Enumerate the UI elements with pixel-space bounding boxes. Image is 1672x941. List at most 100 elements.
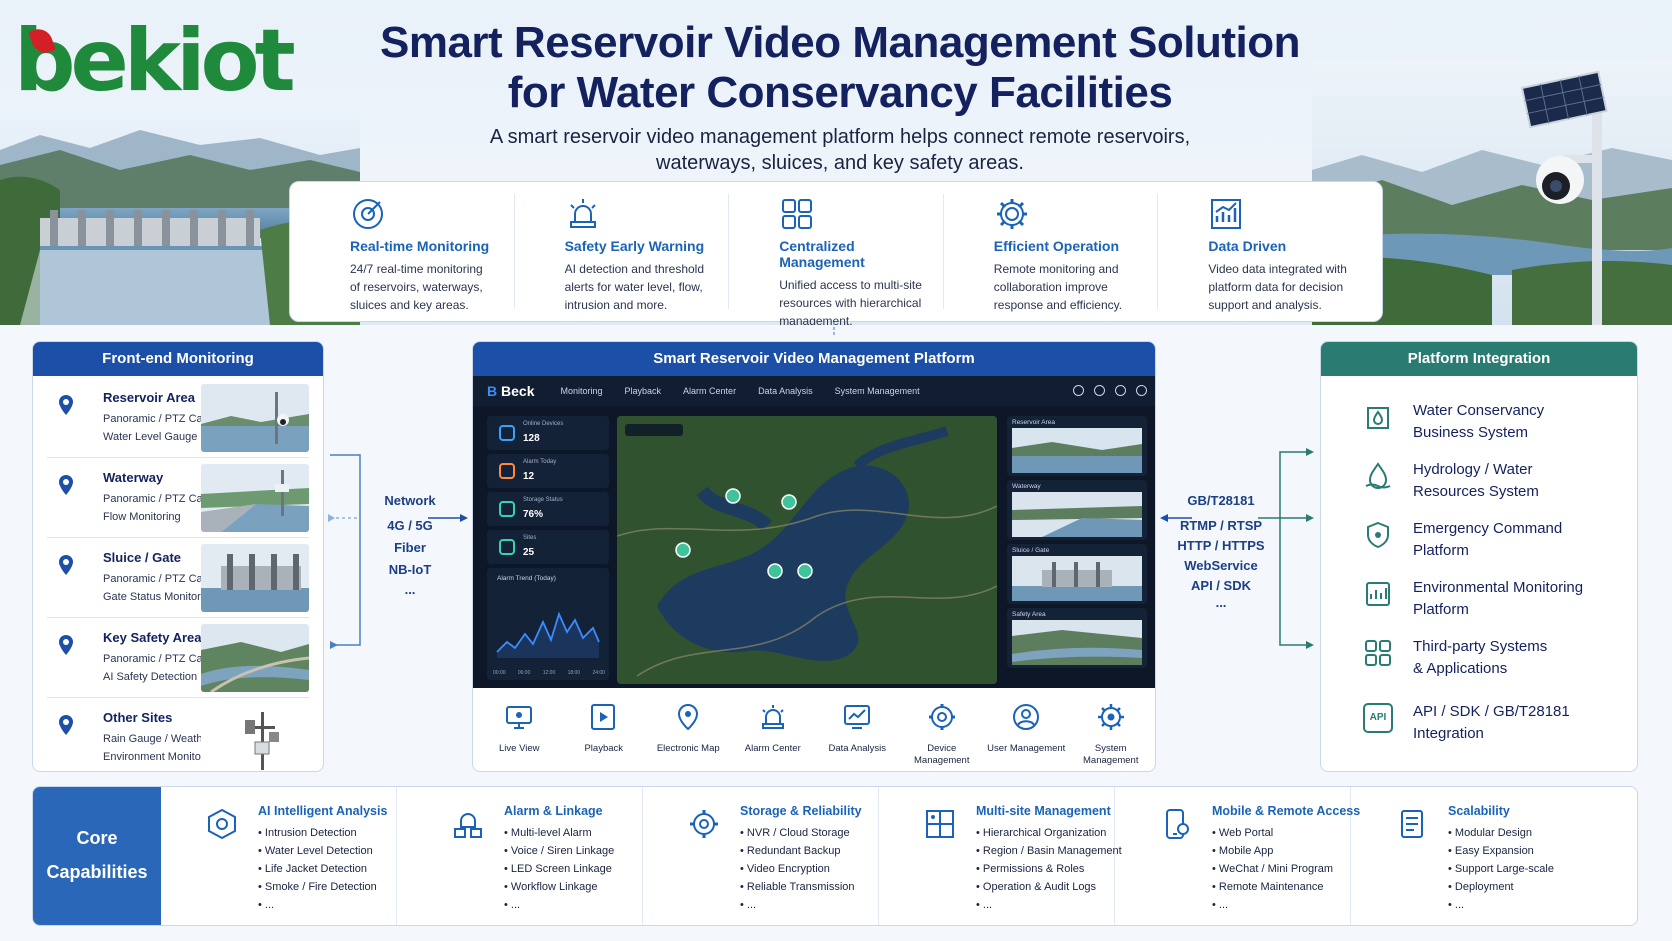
- platform-integration-panel: Platform Integration Water Conservancy Bu…: [1320, 341, 1638, 772]
- site-title: Sluice / Gate: [103, 550, 182, 565]
- camera-label: Safety Area: [1012, 611, 1046, 618]
- dashboard-nav: B Beck Monitoring Playback Alarm Center …: [473, 376, 1155, 406]
- stat-sites: Sites 25: [487, 530, 609, 564]
- stat-online-devices: Online Devices 128: [487, 416, 609, 450]
- camera-feed-sluice-gate[interactable]: Sluice / Gate: [1007, 544, 1147, 604]
- stat-label: Alarm Today: [523, 459, 557, 465]
- site-title: Other Sites: [103, 710, 173, 725]
- network-block: Network 4G / 5G Fiber NB-IoT ...: [372, 493, 448, 597]
- location-pin-icon: [59, 395, 73, 415]
- network-item: NB-IoT: [388, 562, 432, 577]
- feature-desc: Remote monitoring and collaboration impro…: [993, 262, 1123, 312]
- feature-title: Efficient Operation: [993, 238, 1120, 254]
- cap-list: Multi-level AlarmVoice / Siren LinkageLE…: [504, 824, 614, 914]
- integration-third-party[interactable]: Third-party Systems & Applications: [1321, 626, 1637, 685]
- feature-efficient-operation: Efficient Operation Remote monitoring an…: [944, 194, 1159, 312]
- integration-label: Water Conservancy Business System: [1413, 402, 1545, 441]
- playback-icon: [590, 704, 615, 730]
- cap-title: AI Intelligent Analysis: [258, 804, 388, 818]
- subtitle-line-2: waterways, sluices, and key safety areas…: [656, 152, 1024, 174]
- electronic-map-view[interactable]: [617, 416, 997, 684]
- cap-storage-reliability: Storage & Reliability NVR / Cloud Storag…: [643, 787, 879, 925]
- camera-feed-safety-area[interactable]: Safety Area: [1007, 608, 1147, 668]
- integration-environmental-monitoring[interactable]: Environmental Monitoring Platform: [1321, 567, 1637, 626]
- feature-centralized-management: Centralized Management Unified access to…: [729, 194, 944, 325]
- func-label: Live View: [499, 743, 540, 754]
- cap-title: Storage & Reliability: [740, 804, 862, 818]
- bekiot-logo[interactable]: bekiot: [14, 16, 296, 106]
- ai-analysis-icon: [208, 808, 236, 840]
- func-live-view[interactable]: Live View: [477, 696, 562, 771]
- page-subtitle: A smart reservoir video management platf…: [430, 124, 1250, 176]
- site-detail: Gate Status Monitoring: [103, 591, 216, 603]
- trend-label: Alarm Trend (Today): [497, 575, 556, 582]
- site-sluice-gate[interactable]: Sluice / Gate Panoramic / PTZ Camera Gat…: [47, 538, 309, 618]
- cap-title: Scalability: [1448, 804, 1510, 818]
- nav-data-analysis[interactable]: Data Analysis: [758, 386, 813, 396]
- location-pin-icon: [59, 635, 73, 655]
- system-gear-icon: [1097, 704, 1124, 730]
- nav-playback[interactable]: Playback: [625, 386, 662, 396]
- trend-axis: 00:00 06:00 12:00 18:00 24:00: [493, 670, 605, 676]
- site-reservoir-area[interactable]: Reservoir Area Panoramic / PTZ Camera Wa…: [47, 378, 309, 458]
- core-title: Core Capabilities: [33, 787, 161, 925]
- stat-value: 25: [523, 547, 535, 558]
- camera-feed-reservoir[interactable]: Reservoir Area: [1007, 416, 1147, 476]
- grid-icon: [782, 199, 813, 229]
- integration-api-sdk[interactable]: API API / SDK / GB/T28181 Integration: [1321, 691, 1637, 750]
- nav-alarm-center[interactable]: Alarm Center: [683, 386, 736, 396]
- func-label: User Management: [987, 743, 1066, 754]
- func-user-management[interactable]: User Management: [984, 696, 1069, 771]
- site-title: Waterway: [103, 470, 164, 485]
- camera-thumbnail: [1012, 492, 1142, 537]
- func-electronic-map[interactable]: Electronic Map: [646, 696, 731, 771]
- integration-label: Hydrology / Water Resources System: [1413, 461, 1539, 500]
- help-icon[interactable]: [1115, 385, 1126, 396]
- feature-real-time-monitoring: Real-time Monitoring 24/7 real-time moni…: [300, 194, 515, 312]
- camera-thumbnail: [1012, 428, 1142, 473]
- settings-icon[interactable]: [1073, 385, 1084, 396]
- site-waterway[interactable]: Waterway Panoramic / PTZ Camera Flow Mon…: [47, 458, 309, 538]
- nav-monitoring[interactable]: Monitoring: [560, 386, 602, 396]
- camera-feed-waterway[interactable]: Waterway: [1007, 480, 1147, 540]
- func-data-analysis[interactable]: Data Analysis: [815, 696, 900, 771]
- scalability-icon: [1401, 810, 1423, 838]
- location-pin-icon: [59, 715, 73, 735]
- title-line-1: Smart Reservoir Video Management Solutio…: [379, 18, 1301, 67]
- site-other-sites[interactable]: Other Sites Rain Gauge / Weather Station…: [47, 698, 309, 771]
- site-key-safety-areas[interactable]: Key Safety Areas Panoramic / PTZ Camera …: [47, 618, 309, 698]
- func-alarm-center[interactable]: Alarm Center: [731, 696, 816, 771]
- user-avatar-icon[interactable]: [1136, 385, 1147, 396]
- notification-icon[interactable]: [1094, 385, 1105, 396]
- func-device-management[interactable]: Device Management: [900, 696, 985, 771]
- emergency-shield-icon: [1367, 521, 1389, 549]
- protocol-block: GB/T28181 RTMP / RTSP HTTP / HTTPS WebSe…: [1166, 493, 1276, 610]
- cap-title: Multi-site Management: [976, 804, 1111, 818]
- integration-hydrology[interactable]: Hydrology / Water Resources System: [1321, 449, 1637, 508]
- integration-emergency-command[interactable]: Emergency Command Platform: [1321, 508, 1637, 567]
- water-system-icon: [1367, 407, 1389, 429]
- cap-ai-analysis: AI Intelligent Analysis Intrusion Detect…: [161, 787, 397, 925]
- func-playback[interactable]: Playback: [562, 696, 647, 771]
- cap-alarm-linkage: Alarm & Linkage Multi-level AlarmVoice /…: [407, 787, 643, 925]
- func-system-management[interactable]: System Management: [1069, 696, 1154, 771]
- nav-system-management[interactable]: System Management: [835, 386, 920, 396]
- location-pin-icon: [59, 475, 73, 495]
- network-item: ...: [404, 582, 416, 597]
- api-badge-icon: API: [1363, 703, 1393, 733]
- dashboard-logo[interactable]: B Beck: [487, 383, 534, 399]
- feature-title: Data Driven: [1208, 238, 1287, 254]
- network-title: Network: [384, 493, 436, 508]
- alarm-trend-widget: Alarm Trend (Today) 00:00 06:00 12:00 18:00…: [487, 568, 609, 680]
- storage-gear-icon: [690, 810, 718, 838]
- integration-water-conservancy[interactable]: Water Conservancy Business System: [1321, 390, 1637, 449]
- func-label: Alarm Center: [744, 743, 801, 754]
- environment-monitor-icon: [1366, 582, 1390, 606]
- dashboard-screenshot: B Beck Monitoring Playback Alarm Center …: [473, 376, 1155, 688]
- cap-title: Alarm & Linkage: [504, 804, 603, 818]
- camera-label: Reservoir Area: [1012, 419, 1055, 426]
- camera-label: Waterway: [1012, 483, 1041, 490]
- site-detail: Flow Monitoring: [103, 511, 181, 523]
- integration-label: Third-party Systems & Applications: [1413, 638, 1548, 677]
- camera-label: Sluice / Gate: [1012, 547, 1050, 554]
